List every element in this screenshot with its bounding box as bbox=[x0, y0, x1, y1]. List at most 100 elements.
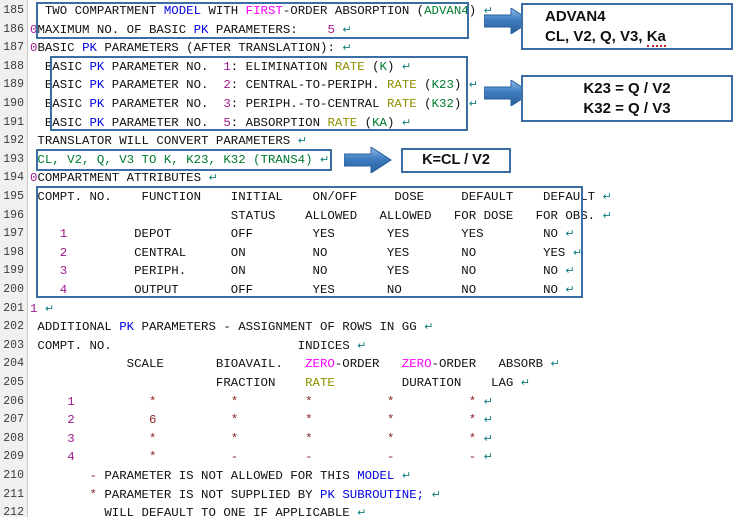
newline-mark-icon: ↵ bbox=[565, 227, 574, 240]
txt: ( bbox=[365, 60, 380, 74]
line-number: 197 bbox=[0, 225, 24, 244]
txt bbox=[476, 432, 483, 446]
txt bbox=[156, 413, 230, 427]
newline-mark-icon: ↵ bbox=[208, 171, 217, 184]
line-number: 186 bbox=[0, 21, 24, 40]
txt: -ORDER ABSORB bbox=[432, 357, 551, 371]
newline-mark-icon: ↵ bbox=[521, 376, 530, 389]
txt bbox=[394, 450, 468, 464]
txt: BASIC bbox=[30, 78, 90, 92]
code-line-211: * PARAMETER IS NOT SUPPLIED BY PK SUBROU… bbox=[30, 486, 441, 505]
callout-advan4-ka-misspelled: Ka bbox=[647, 28, 666, 47]
param-index: 2 bbox=[223, 78, 230, 92]
kw-rate: RATE bbox=[327, 116, 357, 130]
callout-rates: K23 = Q / V2 K32 = Q / V3 bbox=[521, 75, 733, 122]
txt: DURATION LAG bbox=[335, 376, 521, 390]
indices-header: COMPT. NO. INDICES bbox=[30, 339, 357, 353]
line-number: 191 bbox=[0, 114, 24, 133]
txt: ) bbox=[469, 4, 484, 18]
line-number: 210 bbox=[0, 467, 24, 486]
newline-mark-icon: ↵ bbox=[342, 41, 351, 54]
newline-mark-icon: ↵ bbox=[484, 432, 493, 445]
kw-pk: PK bbox=[82, 41, 97, 55]
kw-zero: ZERO bbox=[402, 357, 432, 371]
newline-mark-icon: ↵ bbox=[603, 209, 612, 222]
txt bbox=[75, 432, 149, 446]
newline-mark-icon: ↵ bbox=[469, 78, 478, 91]
newline-mark-icon: ↵ bbox=[45, 302, 54, 315]
kw-zero: ZERO bbox=[305, 357, 335, 371]
newline-mark-icon: ↵ bbox=[402, 60, 411, 73]
newline-mark-icon: ↵ bbox=[298, 134, 307, 147]
txt bbox=[30, 413, 67, 427]
txt bbox=[476, 413, 483, 427]
legend-dash-symbol: - bbox=[90, 469, 97, 483]
kw-pk: PK bbox=[90, 60, 105, 74]
compartment-row: CENTRAL ON NO YES NO YES bbox=[67, 246, 573, 260]
code-line-200: 4 OUTPUT OFF YES NO NO NO ↵ bbox=[30, 281, 575, 300]
txt bbox=[394, 469, 401, 483]
txt bbox=[30, 488, 90, 502]
line-number: 190 bbox=[0, 95, 24, 114]
kw-rate: RATE bbox=[335, 60, 365, 74]
code-line-188: BASIC PK PARAMETER NO. 1: ELIMINATION RA… bbox=[30, 58, 411, 77]
line-number: 211 bbox=[0, 486, 24, 505]
kw-pk: PK bbox=[90, 97, 105, 111]
param-index: 3 bbox=[223, 97, 230, 111]
code-line-197: 1 DEPOT OFF YES YES YES NO ↵ bbox=[30, 225, 575, 244]
line-number: 200 bbox=[0, 281, 24, 300]
txt bbox=[37, 302, 44, 316]
txt: ( bbox=[417, 78, 432, 92]
line-number: 205 bbox=[0, 374, 24, 393]
newline-mark-icon: ↵ bbox=[565, 283, 574, 296]
index-cell: * bbox=[305, 395, 312, 409]
txt: : ELIMINATION bbox=[231, 60, 335, 74]
txt bbox=[424, 488, 431, 502]
txt: ( bbox=[357, 116, 372, 130]
code-line-186: 0MAXIMUM NO. OF BASIC PK PARAMETERS: 5 ↵ bbox=[30, 21, 352, 40]
txt bbox=[394, 413, 468, 427]
line-number: 204 bbox=[0, 355, 24, 374]
compartment-number: 4 bbox=[67, 450, 74, 464]
txt bbox=[30, 450, 67, 464]
trans4-params: CL, V2, Q, V3 TO K, K23, K32 (TRANS4) bbox=[30, 153, 320, 167]
param-index: 1 bbox=[223, 60, 230, 74]
txt: WITH bbox=[201, 4, 246, 18]
txt bbox=[238, 413, 305, 427]
table-header-row-2: STATUS ALLOWED ALLOWED FOR DOSE FOR OBS. bbox=[30, 209, 603, 223]
txt: COMPARTMENT ATTRIBUTES bbox=[37, 171, 208, 185]
callout-advan4: ADVAN4 CL, V2, Q, V3, Ka bbox=[521, 3, 733, 50]
txt bbox=[156, 450, 230, 464]
kw-model: MODEL bbox=[164, 4, 201, 18]
param-symbol: KA bbox=[372, 116, 387, 130]
txt: PARAMETERS: bbox=[208, 23, 327, 37]
kw-pk: PK bbox=[90, 78, 105, 92]
kw-pk: PK bbox=[90, 116, 105, 130]
newline-mark-icon: ↵ bbox=[551, 357, 560, 370]
kw-model: MODEL bbox=[357, 469, 394, 483]
kw-rate: RATE bbox=[387, 97, 417, 111]
line-number: 189 bbox=[0, 76, 24, 95]
compartment-number: 2 bbox=[67, 413, 74, 427]
txt: -ORDER ABSORPTION ( bbox=[283, 4, 424, 18]
txt: PARAMETERS (AFTER TRANSLATION): bbox=[97, 41, 342, 55]
txt: PARAMETER NO. bbox=[104, 78, 223, 92]
legend-star-symbol: * bbox=[90, 488, 97, 502]
code-line-190: BASIC PK PARAMETER NO. 3: PERIPH.-TO-CEN… bbox=[30, 95, 478, 114]
line-number: 192 bbox=[0, 132, 24, 151]
index-cell: - bbox=[305, 450, 312, 464]
txt: PARAMETER NO. bbox=[104, 60, 223, 74]
txt: TRANSLATOR WILL CONVERT PARAMETERS bbox=[30, 134, 298, 148]
newline-mark-icon: ↵ bbox=[484, 450, 493, 463]
txt: ) bbox=[454, 78, 469, 92]
kw-pk: PK bbox=[119, 320, 134, 334]
txt bbox=[313, 413, 387, 427]
txt: FRACTION bbox=[30, 376, 305, 390]
kw-rate: RATE bbox=[305, 376, 335, 390]
line-number: 199 bbox=[0, 262, 24, 281]
txt bbox=[30, 283, 60, 297]
compartment-row: DEPOT OFF YES YES YES NO bbox=[67, 227, 565, 241]
txt bbox=[30, 264, 60, 278]
txt bbox=[75, 413, 149, 427]
txt: PARAMETER NO. bbox=[104, 97, 223, 111]
